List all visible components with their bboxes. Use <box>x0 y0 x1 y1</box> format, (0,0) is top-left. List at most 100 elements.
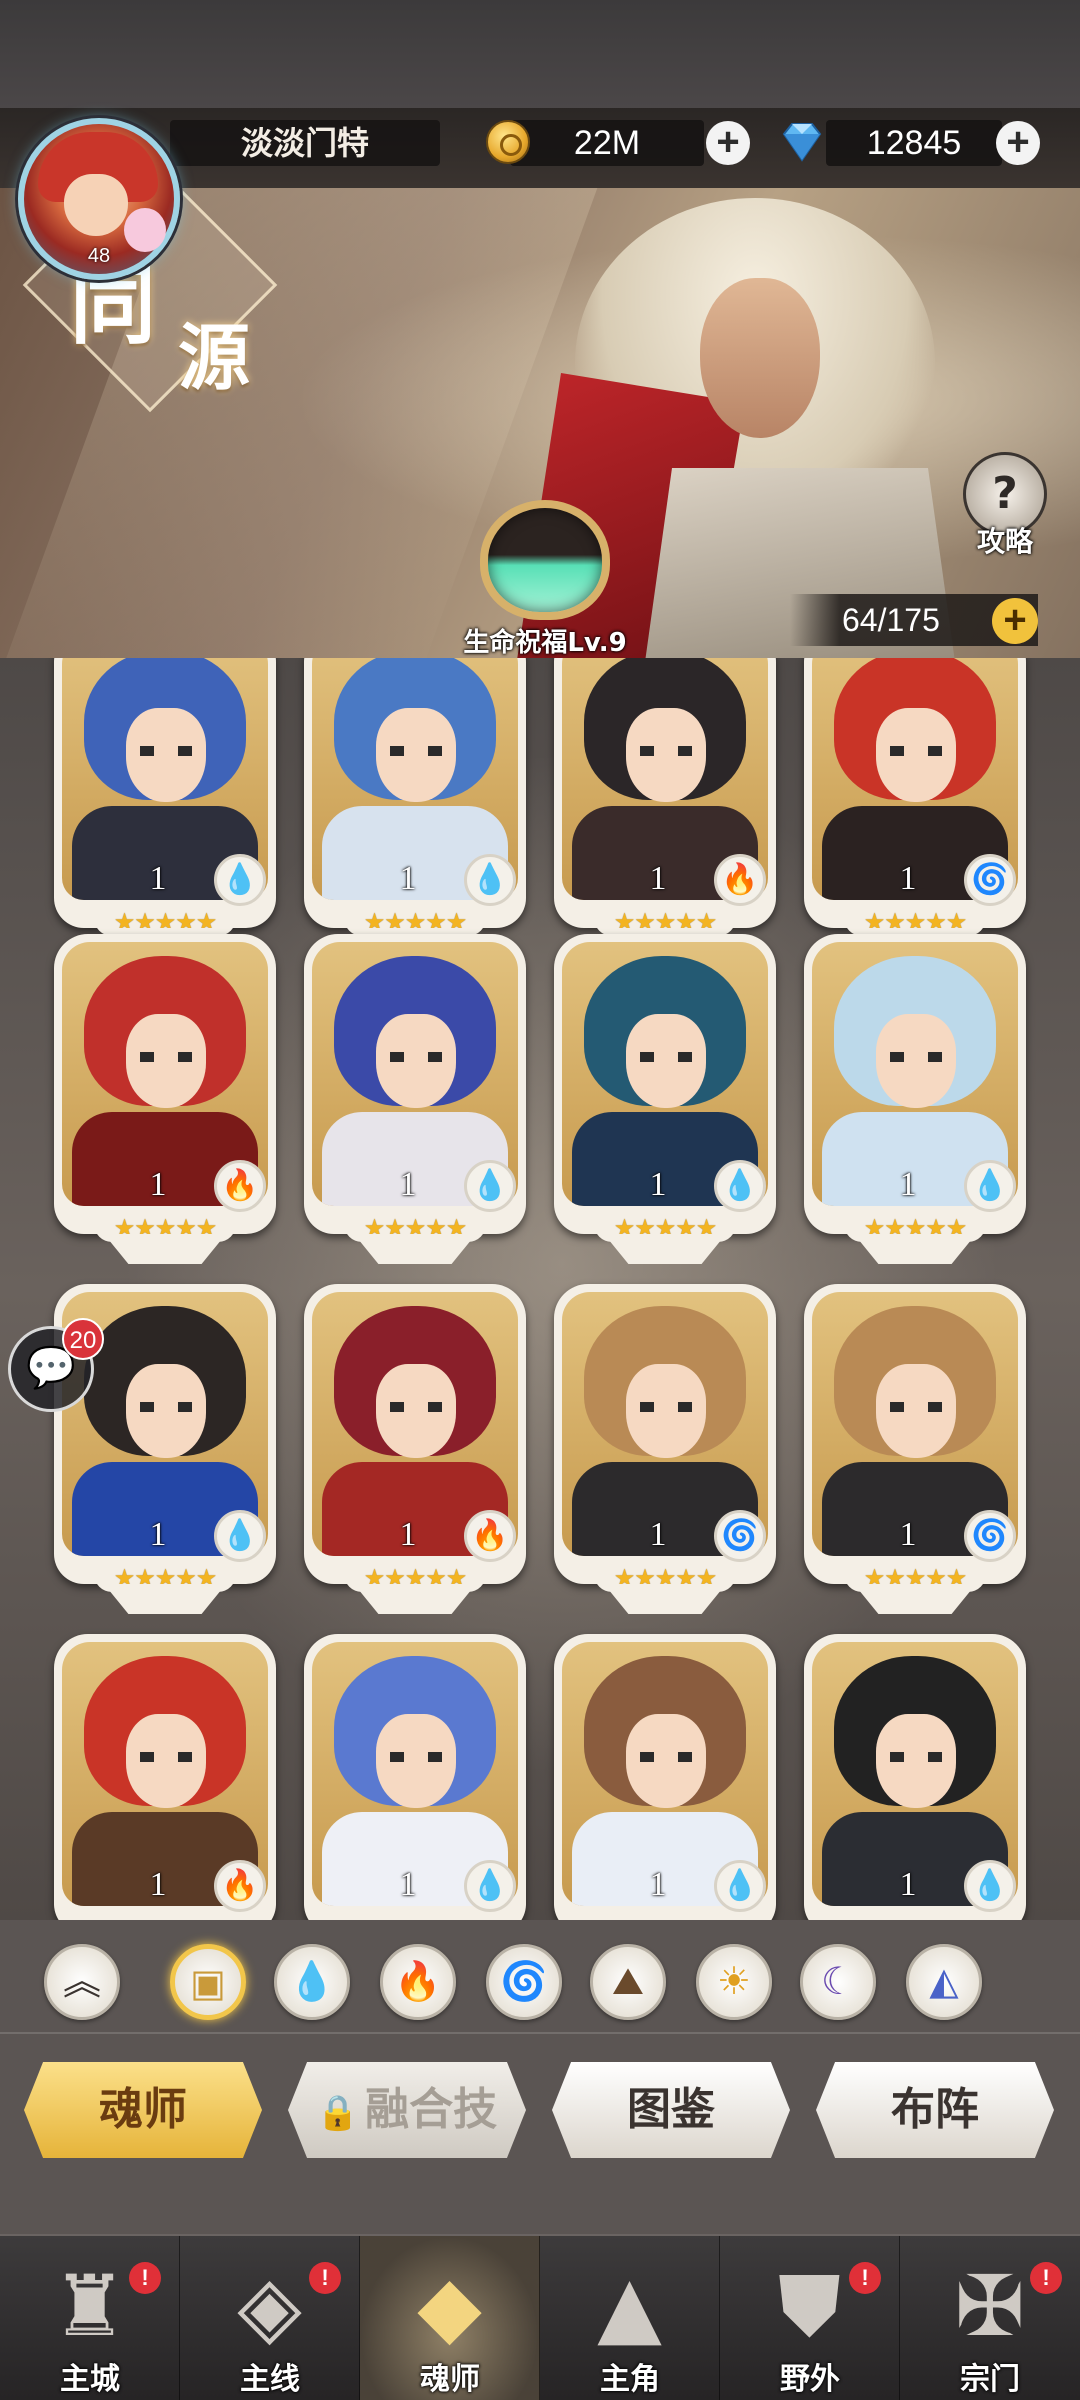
fire-element-icon: 🔥 <box>214 1860 266 1912</box>
add-gems-button[interactable]: + <box>996 121 1040 165</box>
card-bottom-tab <box>604 1584 726 1614</box>
hero-level: 1 <box>899 1166 917 1203</box>
hero-level: 1 <box>399 860 417 897</box>
filter-water-icon[interactable]: 💧 <box>274 1944 350 2020</box>
portrait-eyes <box>140 1052 192 1062</box>
nav-main-line-label: 主线 <box>240 2362 300 2397</box>
hero-level: 1 <box>649 1166 667 1203</box>
hero-card[interactable]: 1 💧 <box>304 1634 526 1920</box>
hero-level: 1 <box>649 1866 667 1903</box>
alert-badge: ! <box>309 2262 341 2294</box>
hero-card[interactable]: 1 🌀 ★★★★★ <box>554 1284 776 1618</box>
hero-card[interactable]: 1 🌀 ★★★★★ <box>804 658 1026 962</box>
portrait-eyes <box>390 1752 442 1762</box>
nav-wild-label: 野外 <box>780 2362 840 2397</box>
filter-dark-icon[interactable]: ☾ <box>800 1944 876 2020</box>
hero-card[interactable]: 1 🔥 <box>54 1634 276 1920</box>
hero-level: 1 <box>899 1866 917 1903</box>
player-name: 淡淡门特 <box>170 120 440 166</box>
player-level: 48 <box>87 245 111 267</box>
add-gold-button[interactable]: + <box>706 121 750 165</box>
tab-codex[interactable]: 图鉴 <box>552 2062 790 2158</box>
card-bottom-tab <box>854 1234 976 1264</box>
gold-coin-icon <box>486 120 530 164</box>
nav-soul-master[interactable]: ◆ 魂师 <box>360 2236 540 2400</box>
portrait-eyes <box>140 1402 192 1412</box>
tab-fusion-skill[interactable]: 🔒 融合技 <box>288 2062 526 2158</box>
soul-crystal-icon: ◆ <box>417 2257 482 2355</box>
hero-level: 1 <box>899 860 917 897</box>
filter-all-box-icon[interactable]: ▣ <box>170 1944 246 2020</box>
filter-special-icon[interactable]: ◭ <box>906 1944 982 2020</box>
card-bottom-tab <box>604 1234 726 1264</box>
alert-badge: ! <box>849 2262 881 2294</box>
hero-level: 1 <box>649 860 667 897</box>
hero-card[interactable]: 1 💧 ★★★★★ <box>304 658 526 962</box>
player-avatar[interactable]: 48 <box>18 118 180 280</box>
hero-card-grid[interactable]: 1 💧 ★★★★★ 1 💧 ★★★★★ 1 🔥 ★★★★★ 1 🌀 ★★★★★ 1 🔥 ★★★★★ 1 💧 ★★★… <box>0 658 1080 1920</box>
hero-level: 1 <box>399 1866 417 1903</box>
nav-protagonist[interactable]: ▲ 主角 <box>540 2236 720 2400</box>
hero-card[interactable]: 1 💧 ★★★★★ <box>804 934 1026 1268</box>
blessing-flask-icon <box>480 500 610 620</box>
divider <box>0 2032 1080 2034</box>
gem-amount: 12845 <box>826 120 1002 166</box>
top-background <box>0 0 1080 108</box>
hooded-figure-icon: ▲ <box>597 2257 662 2355</box>
filter-fire-icon[interactable]: 🔥 <box>380 1944 456 2020</box>
hero-card[interactable]: 1 💧 ★★★★★ <box>54 658 276 962</box>
add-progress-button[interactable]: + <box>992 598 1038 644</box>
nav-main-city[interactable]: ♜ ! 主城 <box>0 2236 180 2400</box>
card-bottom-tab <box>104 1234 226 1264</box>
water-element-icon: 💧 <box>964 1860 1016 1912</box>
card-bottom-tab <box>354 1234 476 1264</box>
hero-level: 1 <box>399 1516 417 1553</box>
portrait-eyes <box>390 1402 442 1412</box>
hero-card[interactable]: 1 💧 <box>554 1634 776 1920</box>
gold-amount: 22M <box>510 120 704 166</box>
nav-soul-master-label: 魂师 <box>420 2362 480 2397</box>
hero-card[interactable]: 1 🔥 ★★★★★ <box>554 658 776 962</box>
hero-card[interactable]: 1 💧 ★★★★★ <box>554 934 776 1268</box>
filter-rank-chevron-icon[interactable]: ︽ <box>44 1944 120 2020</box>
filter-earth-icon[interactable]: ⛰ <box>590 1944 666 2020</box>
hero-level: 1 <box>149 860 167 897</box>
tab-formation[interactable]: 布阵 <box>816 2062 1054 2158</box>
blessing-label: 生命祝福Lv.9 <box>463 628 627 658</box>
hero-card[interactable]: 1 💧 <box>804 1634 1026 1920</box>
tab-soul-master[interactable]: 魂师 <box>24 2062 262 2158</box>
hero-card[interactable]: 1 🔥 ★★★★★ <box>304 1284 526 1618</box>
water-element-icon: 💧 <box>464 1160 516 1212</box>
avatar-face <box>64 174 128 236</box>
filter-light-icon[interactable]: ☀ <box>696 1944 772 2020</box>
water-element-icon: 💧 <box>214 854 266 906</box>
tab-fusion-skill-label: 融合技 <box>365 2084 498 2135</box>
portrait-eyes <box>640 1752 692 1762</box>
hero-level: 1 <box>399 1166 417 1203</box>
water-element-icon: 💧 <box>714 1860 766 1912</box>
portrait-eyes <box>390 746 442 756</box>
lock-icon: 🔒 <box>316 2093 360 2133</box>
guide-label: 攻略 <box>976 525 1033 558</box>
nav-wild[interactable]: ⛊ ! 野外 <box>720 2236 900 2400</box>
nav-sect[interactable]: ✠ ! 宗门 <box>900 2236 1080 2400</box>
hero-card[interactable]: 1 💧 ★★★★★ <box>304 934 526 1268</box>
guide-button[interactable]: ? 攻略 <box>958 452 1052 572</box>
portrait-eyes <box>140 1752 192 1762</box>
hero-level: 1 <box>649 1516 667 1553</box>
wind-element-icon: 🌀 <box>964 854 1016 906</box>
bottom-navigation: ♜ ! 主城 ◈ ! 主线 ◆ 魂师 ▲ 主角 ⛊ ! 野外 ✠ ! 宗门 <box>0 2234 1080 2400</box>
hero-card[interactable]: 1 🌀 ★★★★★ <box>804 1284 1026 1618</box>
hero-card[interactable]: 1 🔥 ★★★★★ <box>54 934 276 1268</box>
portrait-eyes <box>890 1402 942 1412</box>
life-blessing[interactable]: 生命祝福Lv.9 <box>430 500 660 660</box>
chat-unread-badge: 20 <box>62 1318 104 1360</box>
portrait-eyes <box>640 1402 692 1412</box>
nav-main-line[interactable]: ◈ ! 主线 <box>180 2236 360 2400</box>
card-bottom-tab <box>104 1584 226 1614</box>
alert-badge: ! <box>129 2262 161 2294</box>
water-element-icon: 💧 <box>464 854 516 906</box>
filter-wind-icon[interactable]: 🌀 <box>486 1944 562 2020</box>
portrait-eyes <box>640 1052 692 1062</box>
hero-level: 1 <box>899 1516 917 1553</box>
